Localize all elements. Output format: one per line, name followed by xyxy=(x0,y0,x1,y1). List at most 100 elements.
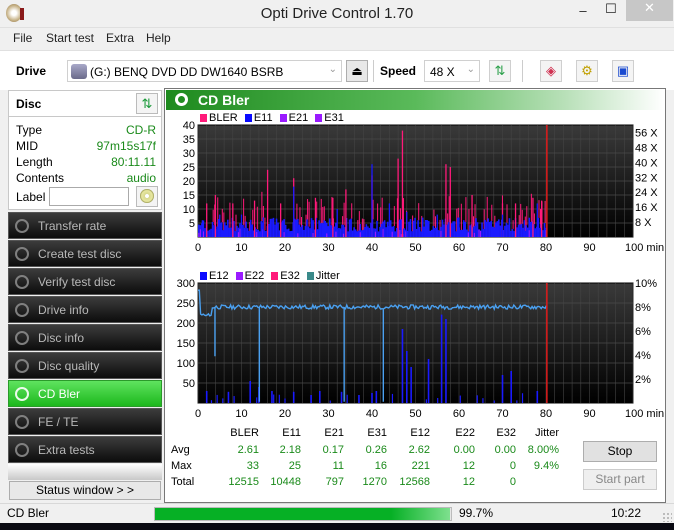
elapsed-time: 10:22 xyxy=(611,506,642,520)
x-tick-label: 90 xyxy=(583,242,595,254)
nav-item-fe-te[interactable]: FE / TE xyxy=(8,408,162,435)
x-tick-label: 80 xyxy=(540,408,552,420)
maximize-button[interactable]: ☐ xyxy=(598,1,624,22)
drive-select[interactable]: (G:) BENQ DVD DD DW1640 BSRB ⌄ xyxy=(67,60,342,82)
stats-cell: 1270 xyxy=(362,476,387,488)
nav-item-disc-quality[interactable]: Disc quality xyxy=(8,352,162,379)
title-bar: Opti Drive Control 1.70 ‒ ☐ ✕ xyxy=(0,0,674,28)
menu-help[interactable]: Help xyxy=(146,31,171,45)
cd-bler-icon xyxy=(175,93,188,106)
write-label-button[interactable] xyxy=(136,186,158,207)
disc-icon xyxy=(15,443,29,457)
stats-row-label: Avg xyxy=(171,444,190,456)
menu-file[interactable]: File xyxy=(13,31,32,45)
y-tick-label: 20 xyxy=(183,176,195,188)
stop-button[interactable]: Stop xyxy=(583,441,657,462)
drive-icon xyxy=(71,64,87,79)
label-input[interactable] xyxy=(49,187,129,206)
label-key: Label xyxy=(16,190,46,204)
disc-icon xyxy=(15,415,29,429)
y-tick-label: 30 xyxy=(183,148,195,160)
disc-icon xyxy=(15,219,29,233)
stats-cell: 0 xyxy=(509,460,516,472)
desktop-background xyxy=(0,523,674,530)
menu-start-test[interactable]: Start test xyxy=(46,31,94,45)
stats-cell: 12568 xyxy=(399,476,430,488)
y2-tick-label: 40 X xyxy=(635,157,658,169)
progress-text: 99.7% xyxy=(459,506,494,520)
x-tick-label: 60 xyxy=(453,242,465,254)
stats-cell: 797 xyxy=(325,476,344,488)
stats-cell: 12 xyxy=(462,460,475,472)
eject-button[interactable]: ⏏ xyxy=(346,60,368,82)
nav-item-label: Transfer rate xyxy=(38,219,107,233)
x-tick-label: 0 xyxy=(195,242,201,254)
start-part-button[interactable]: Start part xyxy=(583,469,657,490)
erase-button[interactable]: ◈ xyxy=(540,60,562,82)
stats-table: BLER E11 E21 E31 E12 E22 E32 Jitter Avg 2.61 2.18 0… xyxy=(171,427,571,497)
settings-button[interactable]: ⚙ xyxy=(576,60,598,82)
stats-cell: 25 xyxy=(288,460,301,472)
nav-item-verify-test-disc[interactable]: Verify test disc xyxy=(8,268,162,295)
stats-header: E12 xyxy=(410,427,430,439)
nav-item-label: Verify test disc xyxy=(38,275,116,289)
disc-panel-title: Disc xyxy=(16,97,42,111)
refresh-disc-button[interactable]: ⇅ xyxy=(136,93,158,114)
nav-item-disc-info[interactable]: Disc info xyxy=(8,324,162,351)
nav-item-cd-bler[interactable]: CD Bler xyxy=(8,380,162,407)
nav-item-create-test-disc[interactable]: Create test disc xyxy=(8,240,162,267)
close-button[interactable]: ✕ xyxy=(626,0,673,21)
nav-item-label: Extra tests xyxy=(38,443,95,457)
eraser-icon: ◈ xyxy=(546,63,556,78)
y-tick-label: 100 xyxy=(177,358,195,370)
x-tick-label: 90 xyxy=(583,408,595,420)
test-navigation: Transfer rate Create test disc Verify test… xyxy=(8,212,162,464)
toolbar-divider xyxy=(522,60,523,82)
field-value: audio xyxy=(126,171,156,185)
x-tick-label: 40 xyxy=(366,408,378,420)
disc-field-contents: Contents audio xyxy=(16,171,156,187)
stats-row-label: Max xyxy=(171,460,192,472)
status-window-button[interactable]: Status window > > xyxy=(9,481,161,500)
resize-grip[interactable] xyxy=(662,512,672,522)
gears-icon: ⚙ xyxy=(581,63,593,78)
save-button[interactable]: ▣ xyxy=(612,60,634,82)
y2-tick-label: 24 X xyxy=(635,187,658,199)
x-tick-label: 10 xyxy=(235,242,247,254)
field-key: Type xyxy=(16,123,43,137)
drive-label: Drive xyxy=(16,64,47,78)
x-tick-label: 30 xyxy=(322,408,334,420)
y2-tick-label: 2% xyxy=(635,374,651,386)
stats-cell: 2.61 xyxy=(237,444,259,456)
y2-tick-label: 6% xyxy=(635,326,651,338)
x-tick-label: 50 xyxy=(409,242,421,254)
refresh-speeds-button[interactable]: ⇅ xyxy=(489,60,511,82)
chevron-down-icon: ⌄ xyxy=(328,64,337,75)
toolbar-divider xyxy=(373,60,374,82)
y-tick-label: 50 xyxy=(183,378,195,390)
status-mode: CD Bler xyxy=(7,506,50,520)
minimize-button[interactable]: ‒ xyxy=(570,3,596,24)
nav-item-transfer-rate[interactable]: Transfer rate xyxy=(8,212,162,239)
nav-item-extra-tests[interactable]: Extra tests xyxy=(8,436,162,463)
stats-cell: 10448 xyxy=(270,476,301,488)
drive-select-value: (G:) BENQ DVD DD DW1640 BSRB xyxy=(90,65,284,79)
stats-cell: 0 xyxy=(509,476,516,488)
x-tick-label: 100 min xyxy=(625,408,664,420)
x-tick-label: 10 xyxy=(235,408,247,420)
y-tick-label: 200 xyxy=(177,318,195,330)
speed-select[interactable]: 48 X ⌄ xyxy=(424,60,480,82)
field-key: Contents xyxy=(16,171,65,185)
field-key: MID xyxy=(16,139,38,153)
y-tick-label: 250 xyxy=(177,298,195,310)
disc-panel-header: Disc ⇅ xyxy=(9,91,161,117)
field-value: CD-R xyxy=(126,123,156,137)
x-tick-label: 60 xyxy=(453,408,465,420)
nav-item-drive-info[interactable]: Drive info xyxy=(8,296,162,323)
nav-item-label: Disc quality xyxy=(38,359,100,373)
stats-row-label: Total xyxy=(171,476,195,488)
x-tick-label: 100 min xyxy=(625,242,664,254)
menu-extra[interactable]: Extra xyxy=(106,31,134,45)
disc-icon xyxy=(15,387,29,401)
x-tick-label: 50 xyxy=(409,408,421,420)
